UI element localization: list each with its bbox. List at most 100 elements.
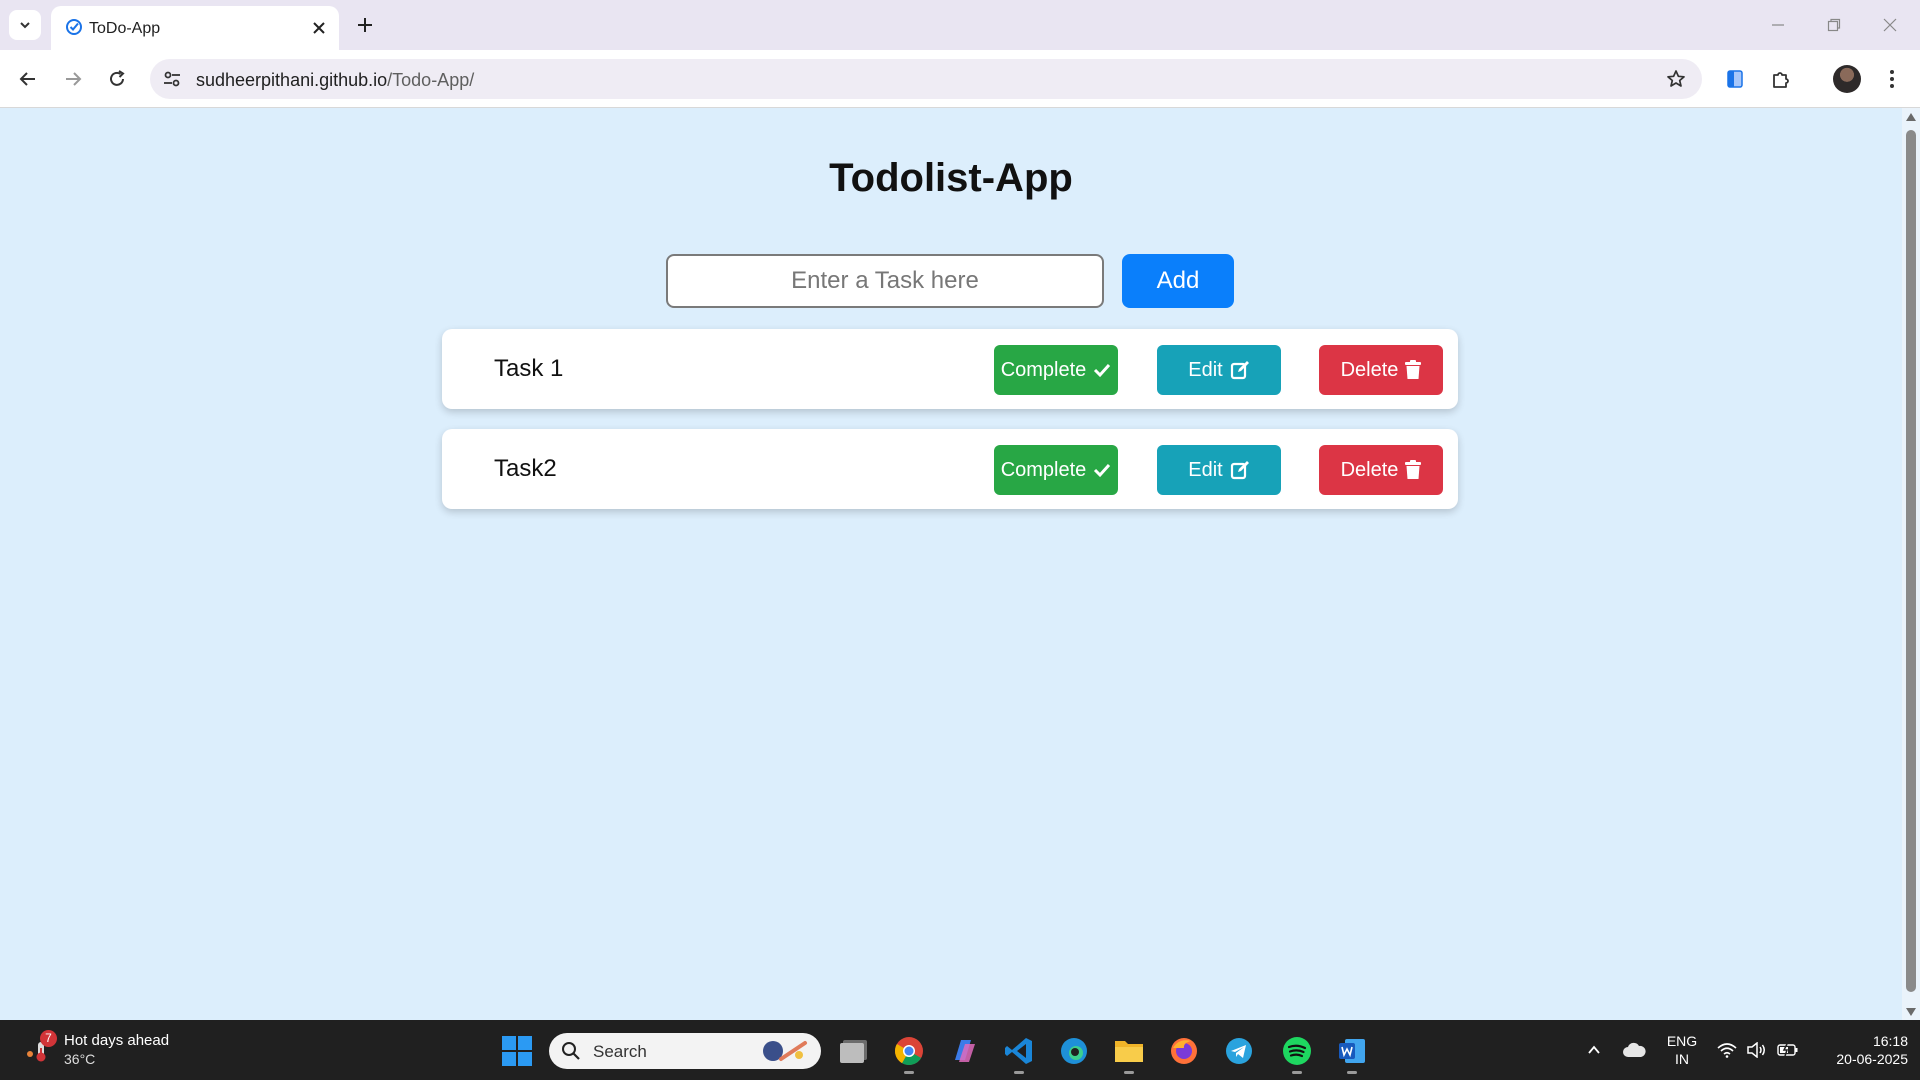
input-language-indicator[interactable]: ENG IN xyxy=(1660,1032,1704,1068)
running-indicator xyxy=(1124,1071,1134,1074)
task-view-app[interactable] xyxy=(837,1034,871,1068)
complete-button[interactable]: Complete xyxy=(994,445,1118,495)
taskbar-search[interactable]: Search xyxy=(549,1033,821,1069)
file-explorer-app[interactable] xyxy=(1112,1034,1146,1074)
star-icon xyxy=(1667,70,1685,87)
show-hidden-icons-button[interactable] xyxy=(1582,1020,1606,1080)
windows-logo-tile xyxy=(502,1036,516,1050)
scroll-down-arrow[interactable] xyxy=(1906,1008,1916,1016)
running-indicator xyxy=(1292,1071,1302,1074)
vscode-icon xyxy=(1005,1038,1032,1064)
side-panel-icon xyxy=(1727,70,1743,88)
edit-icon xyxy=(1230,361,1249,380)
todo-favicon-icon xyxy=(66,19,82,35)
reload-icon xyxy=(110,70,125,86)
tab-close-button[interactable] xyxy=(307,16,331,40)
windows-logo-tile xyxy=(518,1052,532,1066)
tab-search-button[interactable] xyxy=(9,10,41,40)
tune-icon xyxy=(164,71,180,87)
telegram-app[interactable] xyxy=(1222,1034,1256,1068)
vscode-app[interactable] xyxy=(1002,1034,1036,1074)
arrow-left-icon xyxy=(19,72,35,86)
browser-menu-button[interactable] xyxy=(1876,63,1908,95)
scroll-up-arrow[interactable] xyxy=(1906,113,1916,121)
weather-temperature: 36°C xyxy=(64,1051,96,1067)
word-icon xyxy=(1339,1039,1365,1063)
running-indicator xyxy=(1014,1071,1024,1074)
weather-widget[interactable]: 7 Hot days ahead 36°C xyxy=(24,1030,184,1070)
site-info-button[interactable] xyxy=(160,67,184,91)
close-icon xyxy=(313,22,325,34)
chevron-up-icon xyxy=(1588,1045,1600,1054)
bookmark-button[interactable] xyxy=(1664,67,1688,91)
spotify-app[interactable] xyxy=(1280,1034,1314,1074)
windows-taskbar: 7 Hot days ahead 36°C Search ENG IN 16:1… xyxy=(0,1020,1920,1080)
speaker-icon xyxy=(1747,1042,1765,1058)
minimize-button[interactable] xyxy=(1758,8,1798,42)
wifi-status[interactable] xyxy=(1714,1020,1740,1080)
weather-title: Hot days ahead xyxy=(64,1032,170,1049)
delete-button[interactable]: Delete xyxy=(1319,445,1443,495)
address-bar[interactable]: sudheerpithani.github.io/Todo-App/ xyxy=(150,59,1702,99)
copilot-app[interactable] xyxy=(947,1034,981,1068)
back-button[interactable] xyxy=(12,63,44,95)
browser-toolbar: sudheerpithani.github.io/Todo-App/ xyxy=(0,50,1920,108)
task-item: Task2 Complete Edit Delete xyxy=(442,429,1458,509)
edit-button[interactable]: Edit xyxy=(1157,345,1281,395)
scroll-thumb[interactable] xyxy=(1906,130,1916,992)
chrome-app[interactable] xyxy=(892,1034,926,1074)
forward-button[interactable] xyxy=(57,63,89,95)
add-task-button[interactable]: Add xyxy=(1122,254,1234,308)
restore-button[interactable] xyxy=(1814,8,1854,42)
windows-logo-tile xyxy=(502,1052,516,1066)
task-text: Task2 xyxy=(494,455,557,482)
close-window-button[interactable] xyxy=(1870,8,1910,42)
check-icon xyxy=(1094,363,1111,378)
start-button[interactable] xyxy=(502,1036,532,1066)
running-indicator xyxy=(1347,1071,1357,1074)
profile-avatar[interactable] xyxy=(1833,65,1861,93)
browser-tab-active[interactable]: ToDo-App xyxy=(51,6,339,50)
copilot-icon xyxy=(955,1040,975,1062)
firefox-app[interactable] xyxy=(1167,1034,1201,1068)
trash-icon xyxy=(1405,360,1422,379)
clock-time: 16:18 xyxy=(1872,1033,1908,1049)
url-text: sudheerpithani.github.io/Todo-App/ xyxy=(196,70,474,91)
edge-app[interactable] xyxy=(1057,1034,1091,1068)
delete-label: Delete xyxy=(1340,458,1399,481)
minimize-icon xyxy=(1772,24,1784,26)
battery-icon xyxy=(1777,1043,1798,1057)
edit-label: Edit xyxy=(1188,358,1223,381)
restore-icon xyxy=(1827,18,1841,32)
complete-button[interactable]: Complete xyxy=(994,345,1118,395)
search-label: Search xyxy=(593,1042,647,1061)
weather-alert-badge: 7 xyxy=(40,1030,57,1047)
browser-tab-strip: ToDo-App xyxy=(0,0,1920,50)
reload-button[interactable] xyxy=(101,63,133,95)
battery-status[interactable] xyxy=(1774,1020,1802,1080)
delete-button[interactable]: Delete xyxy=(1319,345,1443,395)
language-code: ENG xyxy=(1666,1033,1698,1049)
extensions-button[interactable] xyxy=(1765,63,1797,95)
url-path: /Todo-App/ xyxy=(387,70,475,90)
puzzle-icon xyxy=(1773,72,1789,88)
system-clock[interactable]: 16:18 20-06-2025 xyxy=(1808,1032,1908,1068)
delete-label: Delete xyxy=(1340,358,1399,381)
task-input[interactable] xyxy=(666,254,1104,308)
volume-status[interactable] xyxy=(1744,1020,1770,1080)
tab-title: ToDo-App xyxy=(89,20,161,37)
file-explorer-icon xyxy=(840,1040,867,1063)
check-icon xyxy=(1094,463,1111,478)
page-scrollbar[interactable] xyxy=(1902,108,1920,1020)
arrow-right-icon xyxy=(66,72,82,86)
chrome-icon xyxy=(895,1037,923,1065)
windows-logo-tile xyxy=(518,1036,532,1050)
edit-label: Edit xyxy=(1188,458,1223,481)
onedrive-button[interactable] xyxy=(1620,1020,1648,1080)
clock-date: 20-06-2025 xyxy=(1836,1051,1908,1067)
reading-mode-button[interactable] xyxy=(1719,63,1751,95)
word-app[interactable] xyxy=(1335,1034,1369,1074)
region-code: IN xyxy=(1675,1051,1689,1067)
edit-button[interactable]: Edit xyxy=(1157,445,1281,495)
new-tab-button[interactable] xyxy=(350,10,380,40)
